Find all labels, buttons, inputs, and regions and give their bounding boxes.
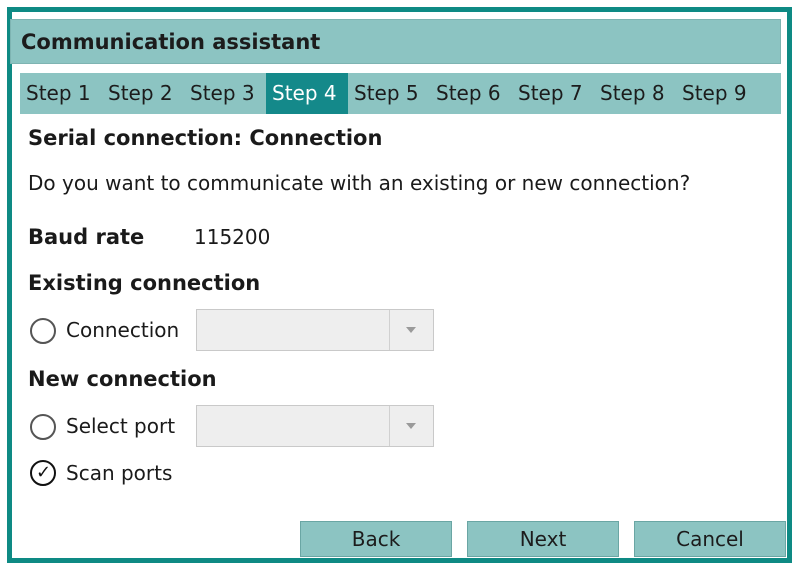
tab-step-2[interactable]: Step 2 [102,73,184,114]
select-port-radio-label[interactable]: Select port [66,414,175,438]
page-heading: Serial connection: Connection [28,126,383,150]
chevron-down-icon [406,327,416,333]
cancel-button[interactable]: Cancel [634,521,786,557]
baud-rate-label: Baud rate [28,225,145,249]
steps-bar: Step 1 Step 2 Step 3 Step 4 Step 5 Step … [20,73,781,114]
checkmark-icon: ✓ [36,462,52,483]
tab-step-4[interactable]: Step 4 [266,73,348,114]
connection-select[interactable] [196,309,434,351]
select-port-radio[interactable] [30,414,56,440]
baud-rate-value: 115200 [194,225,271,249]
scan-ports-radio[interactable]: ✓ [30,460,56,486]
tab-step-7[interactable]: Step 7 [512,73,594,114]
tab-step-8[interactable]: Step 8 [594,73,676,114]
connection-dropdown-arrow[interactable] [389,310,433,350]
connection-radio[interactable] [30,318,56,344]
tab-step-9[interactable]: Step 9 [676,73,758,114]
window-title: Communication assistant [10,19,781,64]
new-connection-heading: New connection [28,367,217,391]
chevron-down-icon [406,423,416,429]
question-text: Do you want to communicate with an exist… [28,171,691,195]
tab-step-5[interactable]: Step 5 [348,73,430,114]
existing-connection-heading: Existing connection [28,271,261,295]
tab-step-6[interactable]: Step 6 [430,73,512,114]
connection-radio-label[interactable]: Connection [66,318,179,342]
scan-ports-radio-label[interactable]: Scan ports [66,461,172,485]
tab-step-3[interactable]: Step 3 [184,73,266,114]
back-button[interactable]: Back [300,521,452,557]
next-button[interactable]: Next [467,521,619,557]
port-dropdown-arrow[interactable] [389,406,433,446]
tab-step-1[interactable]: Step 1 [20,73,102,114]
port-select[interactable] [196,405,434,447]
